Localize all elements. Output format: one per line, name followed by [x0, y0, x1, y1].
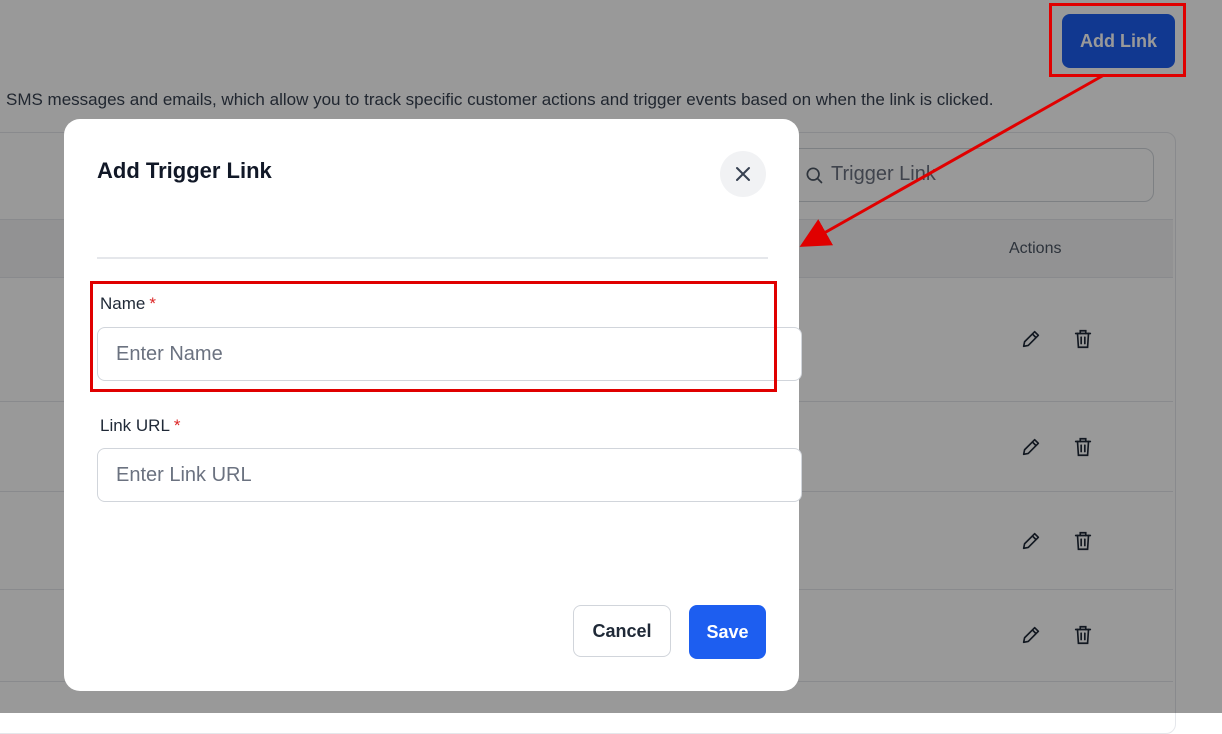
cancel-button[interactable]: Cancel: [573, 605, 671, 657]
link-url-label: Link URL *: [100, 416, 181, 435]
save-button[interactable]: Save: [689, 605, 766, 659]
close-button[interactable]: [720, 151, 766, 197]
modal-divider: [97, 257, 768, 259]
required-mark: *: [149, 294, 156, 313]
link-url-input[interactable]: [97, 448, 802, 502]
close-icon: [736, 167, 750, 181]
name-input[interactable]: [97, 327, 802, 381]
name-label: Name *: [100, 294, 156, 313]
required-mark: *: [173, 416, 181, 435]
add-trigger-link-modal: Add Trigger Link Name* Link URL* Cancel …: [64, 119, 802, 691]
modal-title: Add Trigger Link: [97, 158, 272, 183]
